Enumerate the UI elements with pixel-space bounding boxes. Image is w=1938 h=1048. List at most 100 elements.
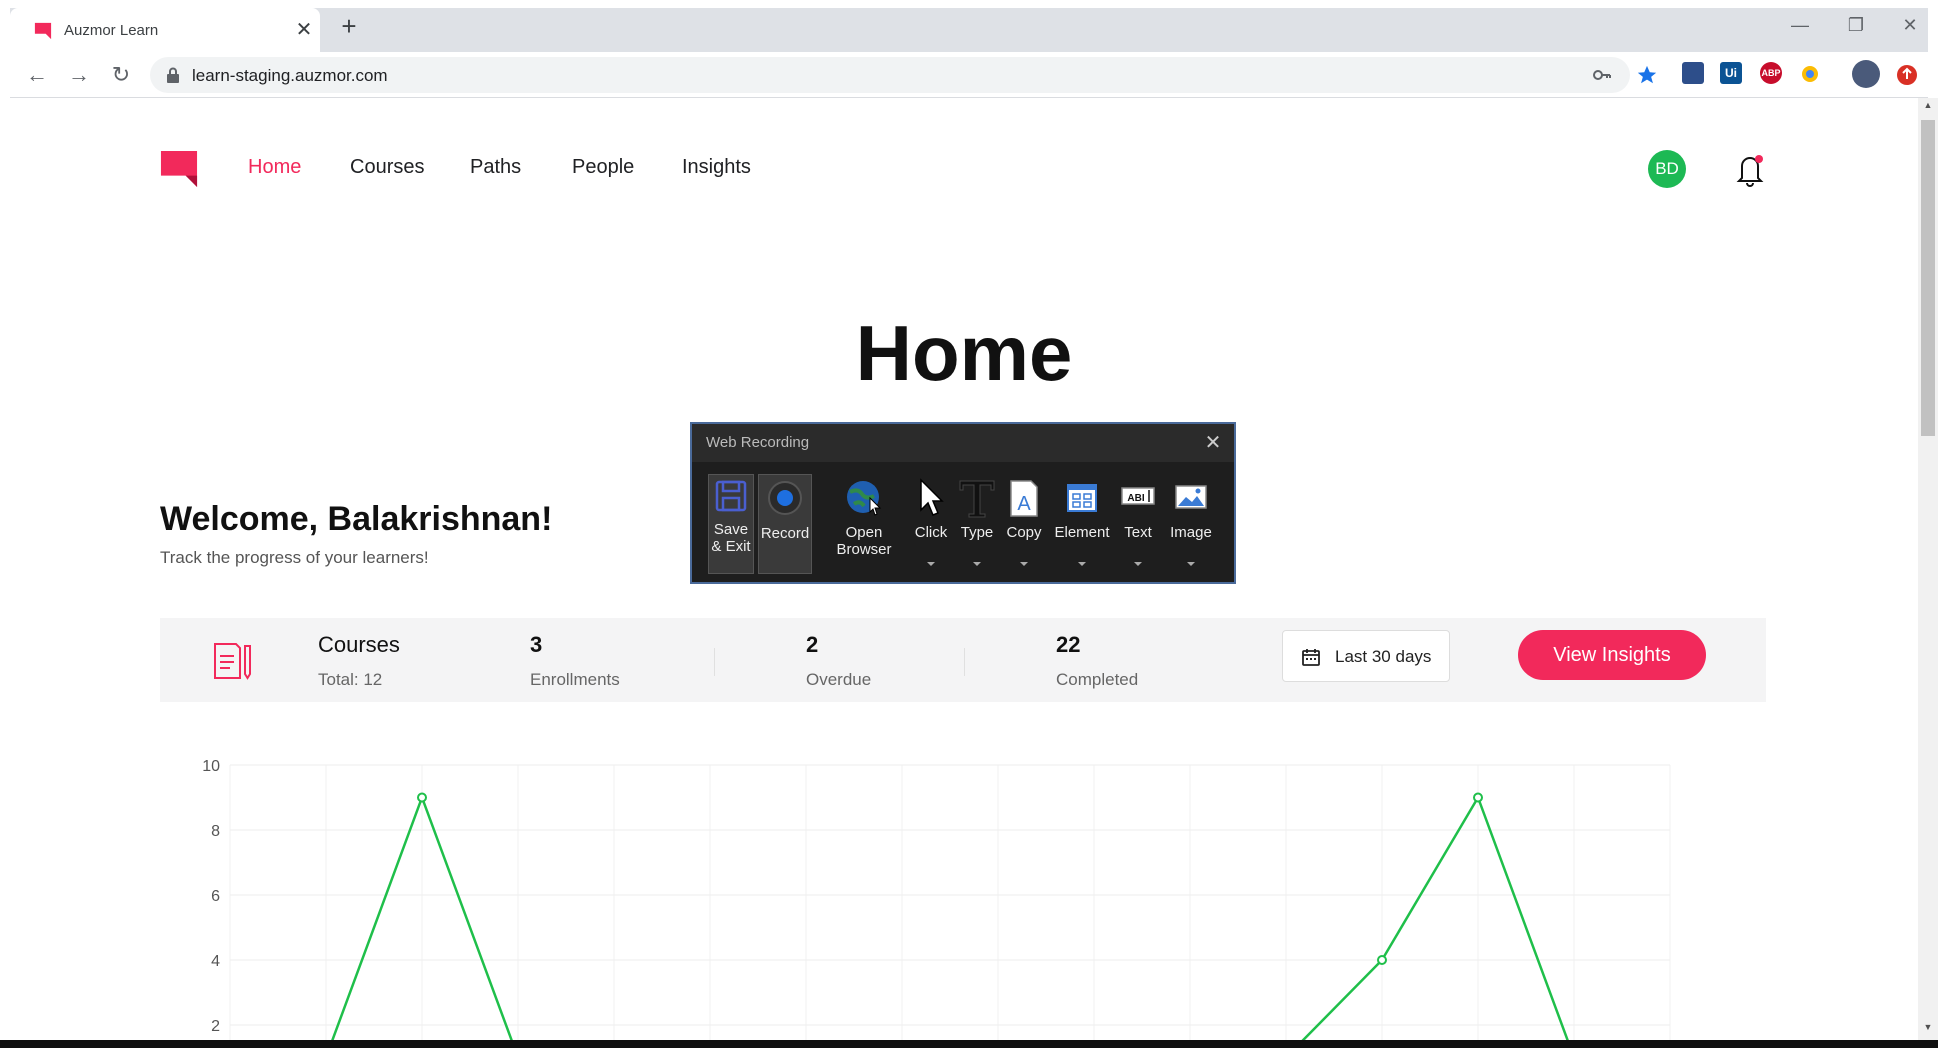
scroll-down-arrow-icon[interactable]: ▼ [1918,1022,1938,1038]
browser-tab[interactable]: Auzmor Learn ✕ [10,8,320,52]
copy-dropdown-icon[interactable] [1020,562,1028,566]
recording-title: Web Recording [706,434,810,451]
y-tick-label: 4 [211,953,220,970]
welcome-subtitle: Track the progress of your learners! [160,548,429,567]
element-window-icon [1067,484,1097,512]
nav-paths[interactable]: Paths [470,156,521,179]
forward-button[interactable]: → [64,60,94,90]
view-insights-button[interactable]: View Insights [1518,630,1706,680]
text-tool[interactable]: ABI Text [1116,474,1160,574]
stat-divider [964,648,965,676]
back-button[interactable]: ← [22,60,52,90]
extension-ui-icon[interactable]: Ui [1720,62,1742,84]
image-tool[interactable]: Image [1162,474,1220,574]
window-restore-button[interactable]: ❐ [1836,10,1876,40]
save-disk-icon [715,480,747,512]
browser-toolbar: ← → ↻ learn-staging.auzmor.com Ui ABP [10,52,1928,98]
element-dropdown-icon[interactable] [1078,562,1086,566]
image-label: Image [1170,524,1212,541]
data-point[interactable] [1377,955,1387,965]
click-tool[interactable]: Click [910,474,952,574]
save-exit-label-1: Save [713,521,749,538]
update-icon[interactable] [1896,64,1918,86]
type-label: Type [960,524,994,541]
record-button[interactable]: Record [758,474,812,574]
type-letter-icon [959,480,995,518]
window-close-button[interactable]: ✕ [1890,10,1930,40]
profile-avatar[interactable] [1852,60,1880,88]
click-dropdown-icon[interactable] [927,562,935,566]
user-avatar[interactable]: BD [1648,150,1686,188]
tab-close-icon[interactable]: ✕ [292,18,316,42]
window-minimize-button[interactable]: — [1780,10,1820,40]
svg-text:ABI: ABI [1127,493,1144,504]
text-dropdown-icon[interactable] [1134,562,1142,566]
extension-chrome-icon[interactable] [1800,64,1820,84]
nav-people[interactable]: People [572,156,634,179]
open-browser-tool[interactable]: Open Browser [832,474,896,574]
auzmor-logo-icon[interactable] [160,150,198,188]
y-tick-label: 6 [211,888,220,905]
open-browser-label-1: Open [845,524,883,541]
stat-divider [714,648,715,676]
enrollments-value: 3 [530,632,543,657]
calendar-icon [1302,649,1320,666]
data-point[interactable] [1473,792,1483,803]
courses-document-icon [214,643,251,680]
record-circle-icon [768,481,802,515]
bookmark-star-icon[interactable] [1636,64,1658,86]
url-text: learn-staging.auzmor.com [192,66,388,85]
page-title: Home [855,309,1073,397]
text-label: Text [1124,524,1152,541]
date-range-button[interactable]: Last 30 days [1282,630,1450,682]
welcome-heading: Welcome, Balakrishnan! [160,500,553,538]
nav-courses[interactable]: Courses [350,156,424,179]
courses-label: Courses [318,632,400,657]
save-exit-button[interactable]: Save & Exit [708,474,754,574]
record-label: Record [760,525,810,542]
completed-value: 22 [1056,632,1081,657]
save-exit-label-2: & Exit [711,538,751,555]
scroll-thumb[interactable] [1921,120,1935,436]
image-dropdown-icon[interactable] [1187,562,1195,566]
stats-bar: Courses Total: 12 3 Enrollments 2 Overdu… [160,618,1766,702]
y-tick-label: 10 [202,758,220,775]
overdue-value: 2 [806,632,819,657]
element-label: Element [1054,524,1110,541]
browser-chrome: Auzmor Learn ✕ + — ❐ ✕ ← → ↻ learn-stagi… [0,0,1938,98]
type-tool[interactable]: Type [956,474,998,574]
text-field-icon: ABI [1121,487,1155,505]
copy-label: Copy [1006,524,1042,541]
nav-insights[interactable]: Insights [682,156,751,179]
cursor-arrow-icon [920,478,944,516]
notification-bell-icon[interactable] [1732,150,1768,188]
reload-button[interactable]: ↻ [106,60,136,90]
element-tool[interactable]: Element [1050,474,1114,574]
recording-close-icon[interactable]: ✕ [1200,430,1226,456]
svg-text:A: A [1017,493,1031,515]
adblock-icon[interactable]: ABP [1760,62,1782,84]
auzmor-favicon-icon [34,22,52,40]
extension-newspaper-icon[interactable] [1682,62,1704,84]
enrollments-label: Enrollments [530,670,620,689]
globe-cursor-icon [847,481,882,516]
image-picture-icon [1175,485,1207,509]
recording-titlebar: Web Recording ✕ [692,424,1234,462]
type-dropdown-icon[interactable] [973,562,981,566]
page-scrollbar[interactable]: ▲ ▼ [1918,98,1938,1040]
date-range-label: Last 30 days [1335,647,1432,666]
data-point[interactable] [417,792,427,803]
tab-title: Auzmor Learn [64,22,159,39]
y-tick-label: 8 [211,823,220,840]
key-icon[interactable] [1592,65,1612,85]
nav-home[interactable]: Home [248,156,301,179]
os-taskbar [0,1040,1938,1048]
courses-total: Total: 12 [318,670,383,689]
overdue-label: Overdue [806,670,872,689]
activity-line-chart: 10 8 6 4 2 [202,758,1671,1040]
lock-icon [167,67,179,83]
new-tab-button[interactable]: + [334,12,364,42]
address-bar[interactable]: learn-staging.auzmor.com [150,57,1630,93]
copy-tool[interactable]: A Copy [1002,474,1046,574]
scroll-up-arrow-icon[interactable]: ▲ [1918,100,1938,116]
